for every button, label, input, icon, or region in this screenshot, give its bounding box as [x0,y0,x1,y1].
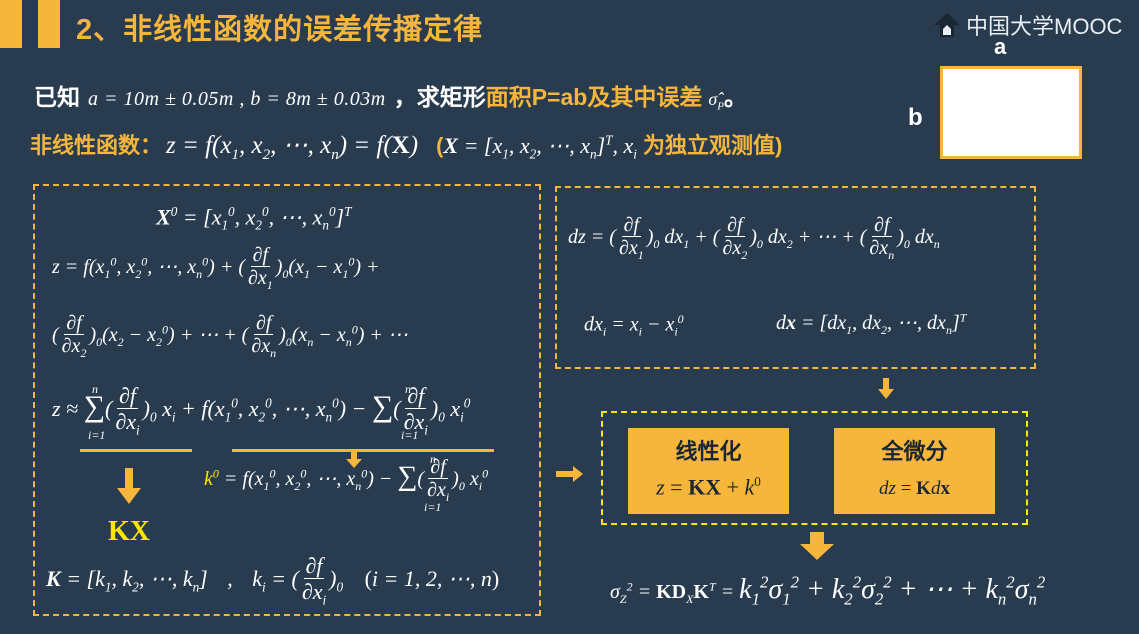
sum-lower-limit: i=1 [88,428,106,442]
given-highlight: 面积P=ab及其中误差 [485,84,703,110]
k0-definition: k0 = f(x10, x20, ⋯, xn0) − ∑(∂f ∂xi)0 xi0 [204,456,489,504]
sum-lower-limit: i=1 [401,428,419,442]
total-differential-equation: dz = Kdx [879,478,950,499]
linearization-equation: z = KX + k0 [656,474,761,500]
constant-term-underline [232,449,494,452]
rectangle-figure [940,66,1082,159]
linearization-title: 线性化 [675,439,742,464]
k-vector-definition: K = [k1, k2, ⋯, kn] , ki = (∂f ∂xi)0 (i =… [46,553,500,608]
linearization-card: 线性化 z = KX + k0 [628,428,789,514]
total-differential-title: 全微分 [881,439,948,464]
dx-vector: dx = [dx1, dx2, ⋯, dxn]T [776,310,967,337]
given-prefix: 已知 [34,84,80,110]
sigma-hat: σ̂P [708,89,724,113]
given-end: 。 [723,84,747,110]
total-differential: dz = (∂f ∂x1)0 dx1 + (∂f ∂x2)0 dx2 + ⋯ + (… [568,214,940,262]
arrow-right-stem [556,471,574,477]
dxi-definition: dxi = xi − xi0 [584,312,684,339]
sum-upper-limit: n [430,452,436,466]
arrow-down-icon [878,389,894,399]
nonlinear-paren: (X = [x1, x2, ⋯, xn]T, xi 为独立观测值) [436,132,783,162]
label-a: a [994,34,1007,59]
given-expression: a = 10m ± 0.05m , b = 8m ± 0.03m [88,88,386,110]
header-accent-bar [0,0,22,48]
mooc-logo-text: 中国大学MOOC [966,14,1123,39]
x0-vector: X0 = [x10, x20, ⋯, xn0]T [156,204,352,233]
label-b: b [908,104,923,131]
taylor-line-2: (∂f ∂x2)0(x2 − x20) + ⋯ + (∂f ∂xn)0(xn − x… [52,312,408,360]
arrow-down-stem [125,468,133,490]
arrow-down-icon [800,544,834,560]
page-title: 2、非线性函数的误差传播定律 [76,14,484,46]
variance-propagation-formula: σZ2 = KDXKT = k12σ12 + k22σ22 + ⋯ + kn2σ… [610,572,1046,609]
sum-lower-limit: i=1 [424,500,442,514]
linear-term-underline [80,449,192,452]
given-statement: 已知 a = 10m ± 0.05m , b = 8m ± 0.03m ，求矩形… [34,78,747,113]
sum-upper-limit: n [92,382,98,396]
given-middle: ，求矩形 [393,84,486,110]
nonlinear-label: 非线性函数： [30,133,163,158]
kx-label: KX [108,516,150,547]
mooc-logo-icon [934,13,960,37]
total-differential-card: 全微分 dz = Kdx [834,428,995,514]
nonlinear-equation: z = f(x1, x2, ⋯, xn) = f(X) [166,132,419,163]
arrow-right-icon [573,466,583,482]
taylor-line-1: z = f(x10, x20, ⋯, xn0) + (∂f ∂x1)0(x1 − … [52,244,380,292]
arrow-down-icon [117,488,141,504]
nonlinear-function-line: 非线性函数： z = f(x1, x2, ⋯, xn) = f(X) (X = … [30,128,782,164]
header-accent-bar [38,0,60,48]
sum-upper-limit: n [405,382,411,396]
mooc-logo: 中国大学MOOC [932,10,1122,40]
